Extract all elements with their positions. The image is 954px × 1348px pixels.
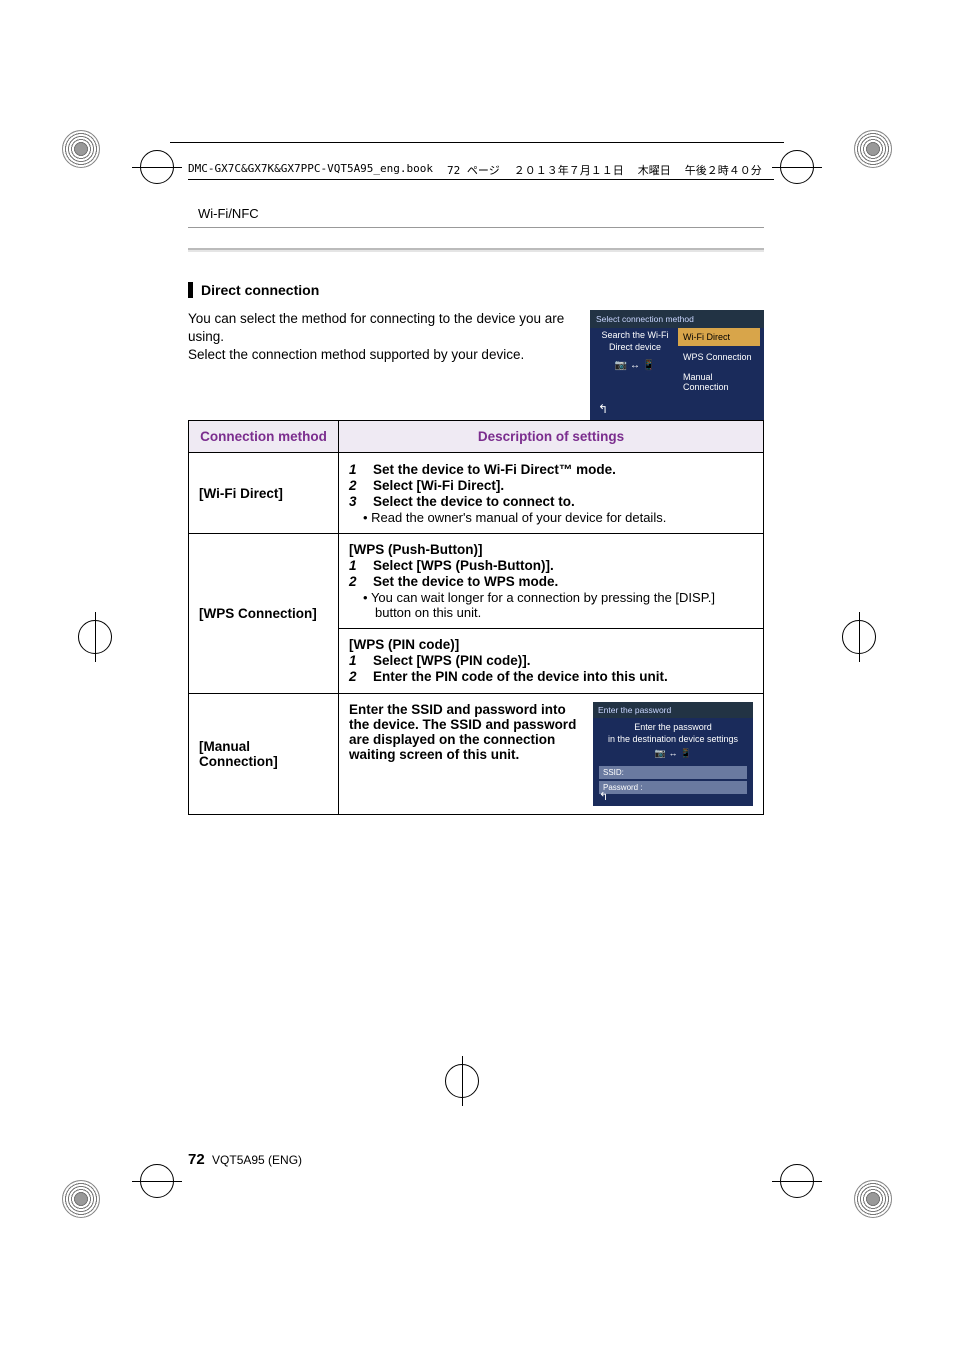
screenshot-right-column: Wi-Fi Direct WPS Connection Manual Conne… [678,328,760,398]
crop-mark-icon [62,130,100,168]
crop-mark-icon [854,130,892,168]
page-number: 72 [188,1151,205,1168]
doc-code: VQT5A95 (ENG) [212,1153,302,1167]
table-row-label: [WPS Connection] [189,534,339,694]
section-header-text: Wi-Fi/NFC [198,206,259,221]
book-header-line: DMC-GX7C&GX7K&GX7PPC-VQT5A95_eng.book 72… [188,162,774,180]
table-row-desc: Enter the password Enter the password in… [339,694,764,815]
note-bullet: You can wait longer for a connection by … [349,590,753,620]
crop-arrow-icon [842,620,876,654]
screenshot-left-text: Direct device [596,342,674,354]
section-rule [188,248,764,252]
screenshot-left-text: Search the Wi-Fi [596,330,674,342]
screenshot-line: Enter the password [599,722,747,734]
table-row-desc: 1 Set the device to Wi-Fi Direct™ mode. 2… [339,453,764,534]
table-header-method: Connection method [189,421,339,453]
book-day: 木曜日 [638,162,671,178]
crop-mark-icon [854,1180,892,1218]
table-header-description: Description of settings [339,421,764,453]
step-number: 1 [349,462,363,477]
section-header: Wi-Fi/NFC [188,200,764,228]
crop-arrow-icon [140,1164,174,1198]
book-date: ２０１３年７月１１日 [514,162,624,178]
back-icon: ↰ [599,790,608,803]
screenshot-option: WPS Connection [678,348,760,366]
subheading-bar-icon [188,282,193,298]
page-footer: 72 VQT5A95 (ENG) [188,1151,302,1168]
screenshot-left-column: Search the Wi-Fi Direct device 📷 ↔ 📱 [596,330,674,372]
step-text: Select [Wi-Fi Direct]. [373,478,753,493]
book-file: DMC-GX7C&GX7K&GX7PPC-VQT5A95_eng.book [188,162,433,178]
crop-arrow-icon [780,1164,814,1198]
step-text: Select the device to connect to. [373,494,753,509]
screenshot-option: Manual Connection [678,368,760,396]
camera-to-phone-icon: 📷 ↔ 📱 [599,748,747,760]
step-number: 2 [349,478,363,493]
camera-to-phone-icon: 📷 ↔ 📱 [596,359,674,372]
screenshot-enter-password: Enter the password Enter the password in… [593,702,753,806]
step-number: 3 [349,494,363,509]
table-row-label: [Manual Connection] [189,694,339,815]
crop-arrow-icon [140,150,174,184]
table-row-desc: [WPS (Push-Button)] 1 Select [WPS (Push-B… [339,534,764,629]
step-text: Set the device to WPS mode. [373,574,753,589]
password-field: Password : [599,781,747,794]
subgroup-head: [WPS (PIN code)] [349,637,753,652]
screenshot-line: in the destination device settings [599,734,747,746]
table-row-desc: [WPS (PIN code)] 1 Select [WPS (PIN code)… [339,629,764,694]
table-row-label: [Wi-Fi Direct] [189,453,339,534]
step-number: 1 [349,653,363,668]
step-number: 2 [349,574,363,589]
screenshot-text: Enter the password in the destination de… [593,718,753,764]
screenshot-connection-method: Select connection method Search the Wi-F… [590,310,764,420]
book-time: 午後２時４０分 [685,162,762,178]
book-page: 72 ページ [447,162,500,178]
step-number: 1 [349,558,363,573]
screenshot-option-active: Wi-Fi Direct [678,328,760,346]
ssid-field: SSID: [599,766,747,779]
step-text: Enter the PIN code of the device into th… [373,669,753,684]
note-bullet: Read the owner's manual of your device f… [349,510,753,525]
step-text: Set the device to Wi-Fi Direct™ mode. [373,462,753,477]
subheading: Direct connection [188,282,764,298]
crop-arrow-icon [780,150,814,184]
crop-arrow-icon [78,620,112,654]
step-text: Select [WPS (Push-Button)]. [373,558,753,573]
step-number: 2 [349,669,363,684]
back-icon: ↰ [598,402,608,416]
screenshot-title: Enter the password [593,702,753,718]
screenshot-title: Select connection method [590,310,764,328]
step-text: Select [WPS (PIN code)]. [373,653,753,668]
subgroup-head: [WPS (Push-Button)] [349,542,753,557]
crop-mark-icon [62,1180,100,1218]
page-content: Wi-Fi/NFC Direct connection Select conne… [188,200,764,815]
subheading-text: Direct connection [201,282,319,298]
settings-table: Connection method Description of setting… [188,420,764,815]
